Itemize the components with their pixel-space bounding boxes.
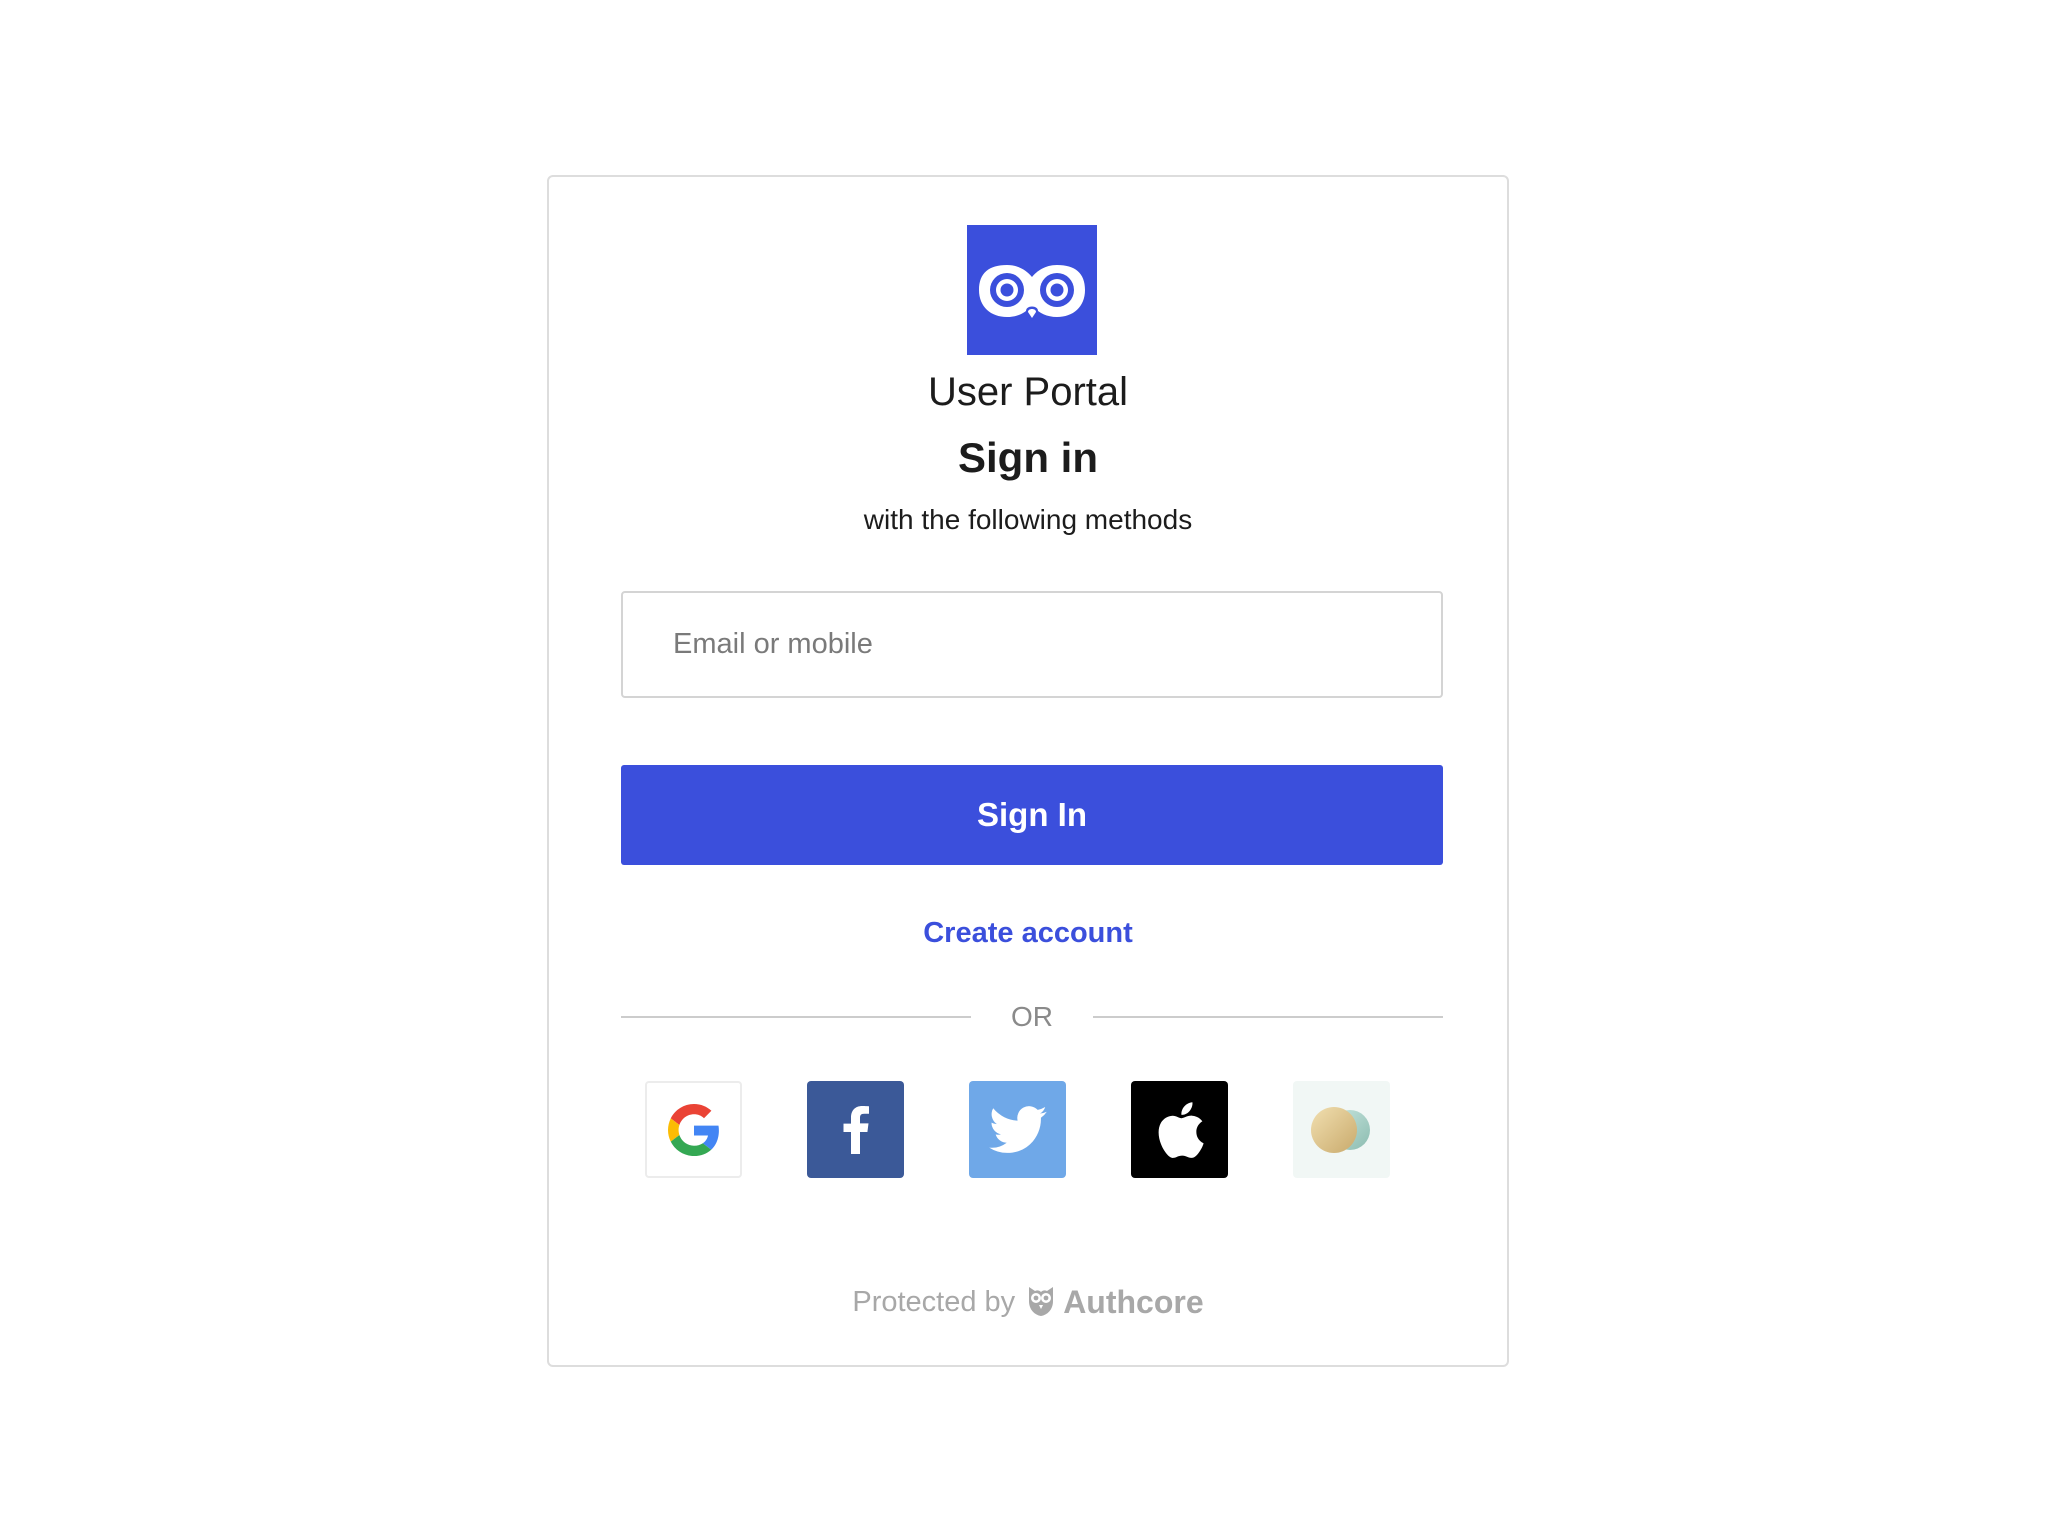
authcore-brand: Authcore: [1063, 1283, 1204, 1320]
google-signin-button[interactable]: [645, 1081, 742, 1178]
twitter-icon: [988, 1105, 1047, 1154]
email-field-container: [621, 591, 1443, 698]
apple-icon: [1155, 1100, 1205, 1160]
authcore-owl-icon: [1025, 1283, 1057, 1322]
or-label: OR: [1011, 1001, 1053, 1032]
sign-in-button[interactable]: Sign In: [621, 765, 1443, 865]
page-title: Sign in: [958, 434, 1098, 481]
apple-signin-button[interactable]: [1131, 1081, 1228, 1178]
google-icon: [667, 1103, 720, 1156]
page-subtitle: with the following methods: [863, 504, 1193, 535]
create-account-link[interactable]: Create account: [549, 913, 1507, 953]
footer: Protected by Authcore: [549, 1280, 1507, 1324]
signin-card: User Portal Sign in with the following m…: [547, 175, 1509, 1367]
protected-by-label: Protected by: [852, 1285, 1016, 1318]
twitter-signin-button[interactable]: [969, 1081, 1066, 1178]
divider-line-right: [1093, 1016, 1443, 1018]
facebook-signin-button[interactable]: [807, 1081, 904, 1178]
matters-icon: [1306, 1105, 1378, 1155]
matters-signin-button[interactable]: [1293, 1081, 1390, 1178]
app-title: User Portal: [927, 370, 1129, 414]
facebook-icon: [843, 1105, 869, 1154]
owl-logo-icon: [967, 225, 1097, 355]
email-field[interactable]: [623, 593, 1441, 696]
or-divider: OR: [621, 999, 1443, 1035]
divider-line-left: [621, 1016, 971, 1018]
